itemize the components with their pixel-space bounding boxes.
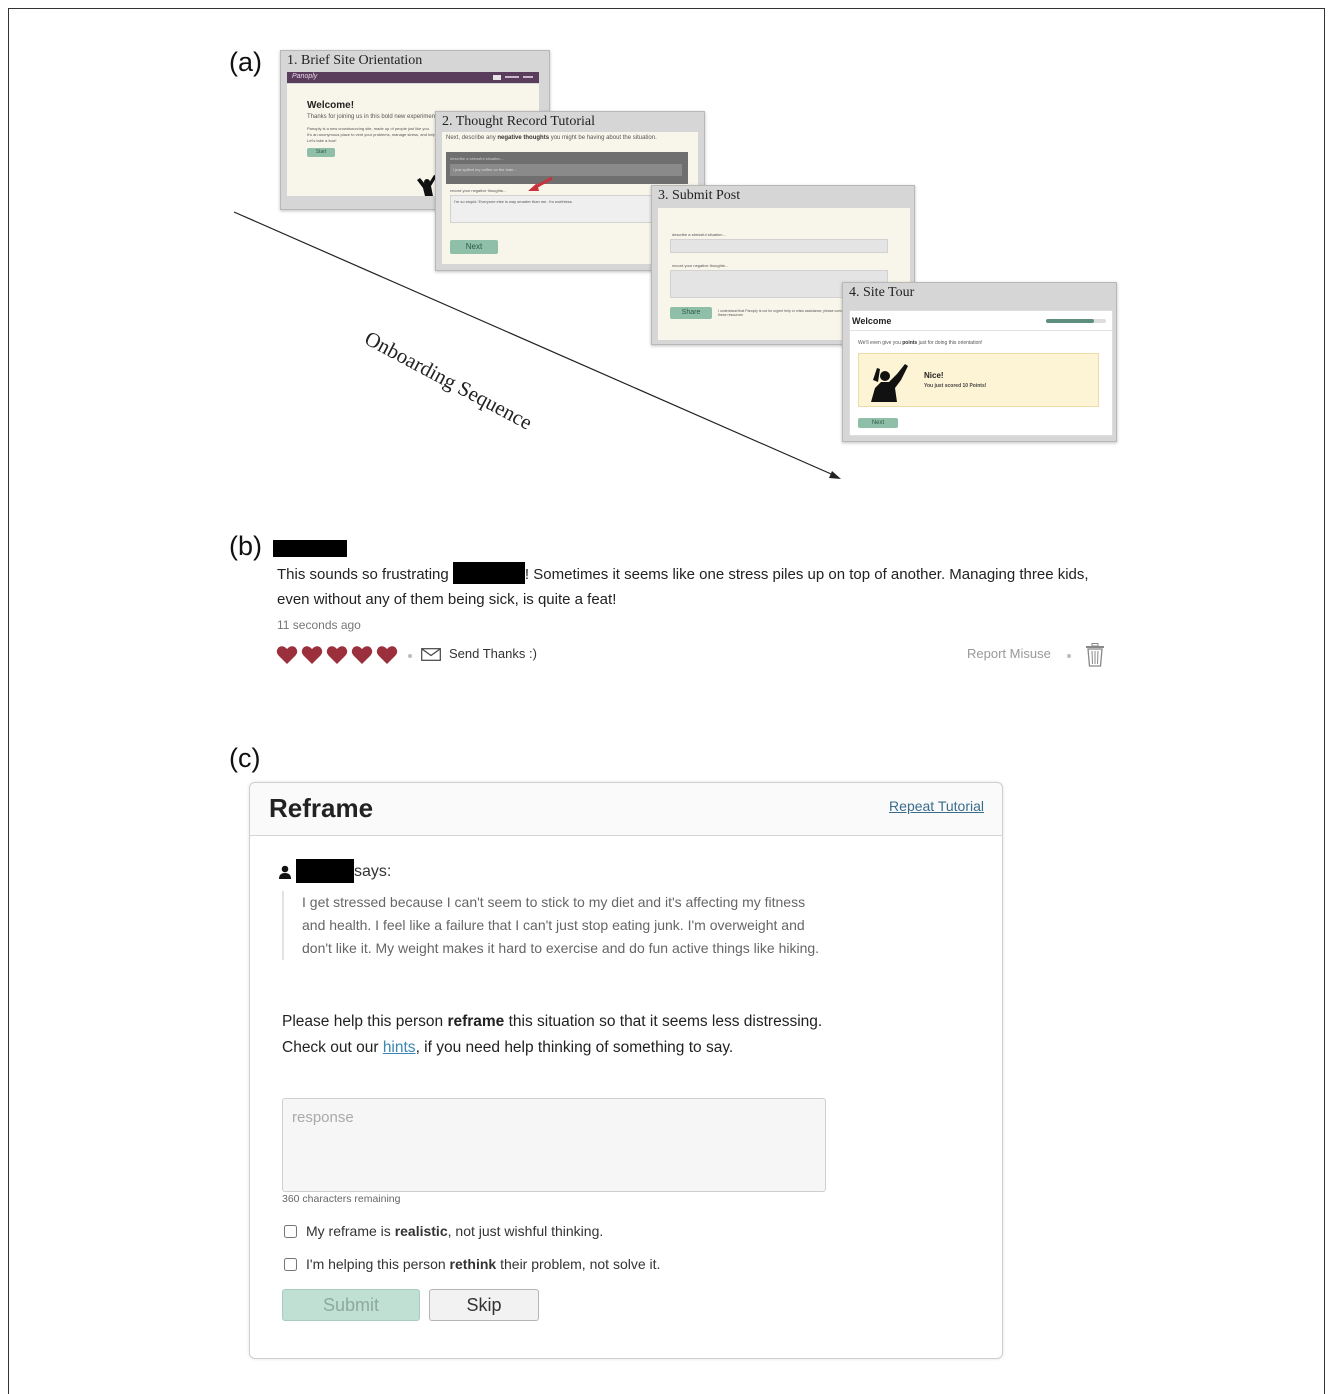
trash-icon[interactable]	[1085, 643, 1105, 667]
sequence-arrow	[233, 211, 841, 479]
says-label: says:	[354, 863, 392, 880]
realistic-checkbox-row[interactable]: My reframe is realistic, not just wishfu…	[284, 1223, 603, 1239]
separator-dot	[1067, 654, 1071, 658]
submit-button[interactable]: Submit	[282, 1289, 420, 1321]
realistic-checkbox-label: My reframe is realistic, not just wishfu…	[306, 1223, 604, 1239]
heart-icon[interactable]	[351, 645, 373, 665]
response-input[interactable]	[282, 1098, 826, 1192]
redacted-name	[452, 562, 525, 584]
comment-timestamp: 11 seconds ago	[277, 618, 361, 632]
characters-remaining: 360 characters remaining	[282, 1193, 401, 1205]
heart-icon[interactable]	[376, 645, 398, 665]
rethink-checkbox[interactable]	[284, 1257, 297, 1271]
repeat-tutorial-link[interactable]: Repeat Tutorial	[889, 798, 984, 814]
envelope-icon[interactable]	[421, 648, 441, 661]
reframe-prompt: Please help this person reframe this sit…	[282, 1013, 823, 1056]
reframe-header: Reframe Repeat Tutorial	[250, 783, 1002, 836]
panel-label-c: (c)	[229, 743, 261, 773]
panel-label-b: (b)	[229, 531, 262, 561]
realistic-checkbox[interactable]	[284, 1224, 297, 1238]
rethink-checkbox-label: I'm helping this person rethink their pr…	[306, 1256, 661, 1272]
heart-icon[interactable]	[301, 645, 323, 665]
redacted-username	[296, 859, 354, 883]
user-icon	[279, 865, 291, 879]
heart-icon[interactable]	[326, 645, 348, 665]
skip-button[interactable]: Skip	[429, 1289, 539, 1321]
separator-dot	[408, 654, 412, 658]
hints-link[interactable]: hints	[383, 1039, 416, 1056]
heart-icon[interactable]	[276, 645, 298, 665]
original-post-quote: I get stressed because I can't seem to s…	[282, 891, 822, 960]
reframe-title: Reframe	[269, 793, 374, 823]
redacted-username	[273, 540, 347, 557]
comment-text: This sounds so frustrating ! Sometimes i…	[277, 562, 1107, 612]
report-misuse-link[interactable]: Report Misuse	[967, 646, 1051, 661]
heart-rating[interactable]	[276, 645, 398, 665]
reframe-card: Reframe Repeat Tutorial says: I get stre…	[249, 782, 1003, 1359]
send-thanks-link[interactable]: Send Thanks :)	[449, 646, 537, 661]
rethink-checkbox-row[interactable]: I'm helping this person rethink their pr…	[284, 1256, 660, 1272]
